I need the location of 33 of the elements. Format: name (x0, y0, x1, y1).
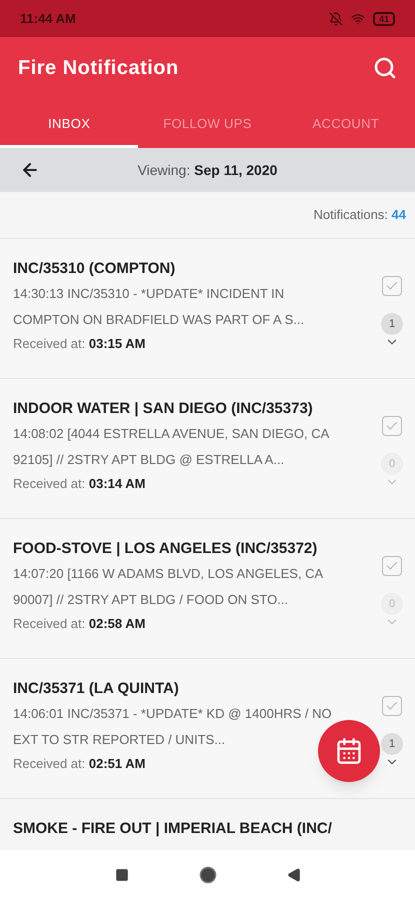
checkbox[interactable] (382, 416, 402, 436)
notification-title: INC/35371 (LA QUINTA) (13, 680, 180, 698)
received-time: Received at: 03:14 AM (13, 475, 146, 493)
checkbox[interactable] (382, 276, 402, 296)
back-icon[interactable] (286, 868, 300, 882)
search-icon (373, 56, 397, 80)
wifi-icon (350, 12, 365, 26)
back-button[interactable] (20, 160, 40, 180)
received-time: Received at: 03:15 AM (13, 335, 146, 353)
search-button[interactable] (373, 56, 397, 80)
recents-icon[interactable] (114, 868, 128, 882)
checkbox[interactable] (382, 696, 402, 716)
notification-title: FOOD-STOVE | LOS ANGELES (INC/35372) (13, 540, 318, 558)
home-icon[interactable] (198, 866, 216, 884)
status-time: 11:44 AM (20, 10, 76, 28)
notification-title: INDOOR WATER | SAN DIEGO (INC/35373) (13, 400, 314, 418)
notification-title: INC/35310 (COMPTON) (13, 260, 176, 278)
received-time: Received at: 02:58 AM (13, 615, 146, 633)
notification-body: 14:08:02 [4044 ESTRELLA AVENUE, SAN DIEGO, CA 92105] // 2STRY APT BLDG @ ESTRELLA A... (13, 425, 330, 469)
battery-indicator: 41 (372, 12, 395, 26)
calendar-icon (335, 737, 363, 765)
notification-title: SMOKE - FIRE OUT | IMPERIAL BEACH (INC/ (13, 820, 332, 837)
notification-body: 14:07:20 [1166 W ADAMS BLVD, LOS ANGELES, CA 90007] // 2STRY APT BLDG / FOOD ON STO... (13, 565, 324, 609)
notification-body: 14:30:13 INC/35310 - *UPDATE* INCIDENT IN COMPTON ON BRADFIELD WAS PART OF A S... (13, 285, 306, 329)
checkbox[interactable] (382, 556, 402, 576)
update-count: 1 (381, 733, 403, 755)
update-count: 1 (381, 313, 403, 335)
bell-off-icon (328, 12, 343, 26)
notification-body: 14:06:01 INC/35371 - *UPDATE* KD @ 1400HRS / NO EXT TO STR REPORTED / UNITS... (13, 705, 333, 749)
viewing-date: Viewing: Sep 11, 2020 (136, 160, 278, 180)
received-time: Received at: 02:51 AM (13, 755, 146, 773)
notification-count: Notifications: 44 (313, 206, 406, 224)
app-title: Fire Notification (18, 56, 179, 81)
